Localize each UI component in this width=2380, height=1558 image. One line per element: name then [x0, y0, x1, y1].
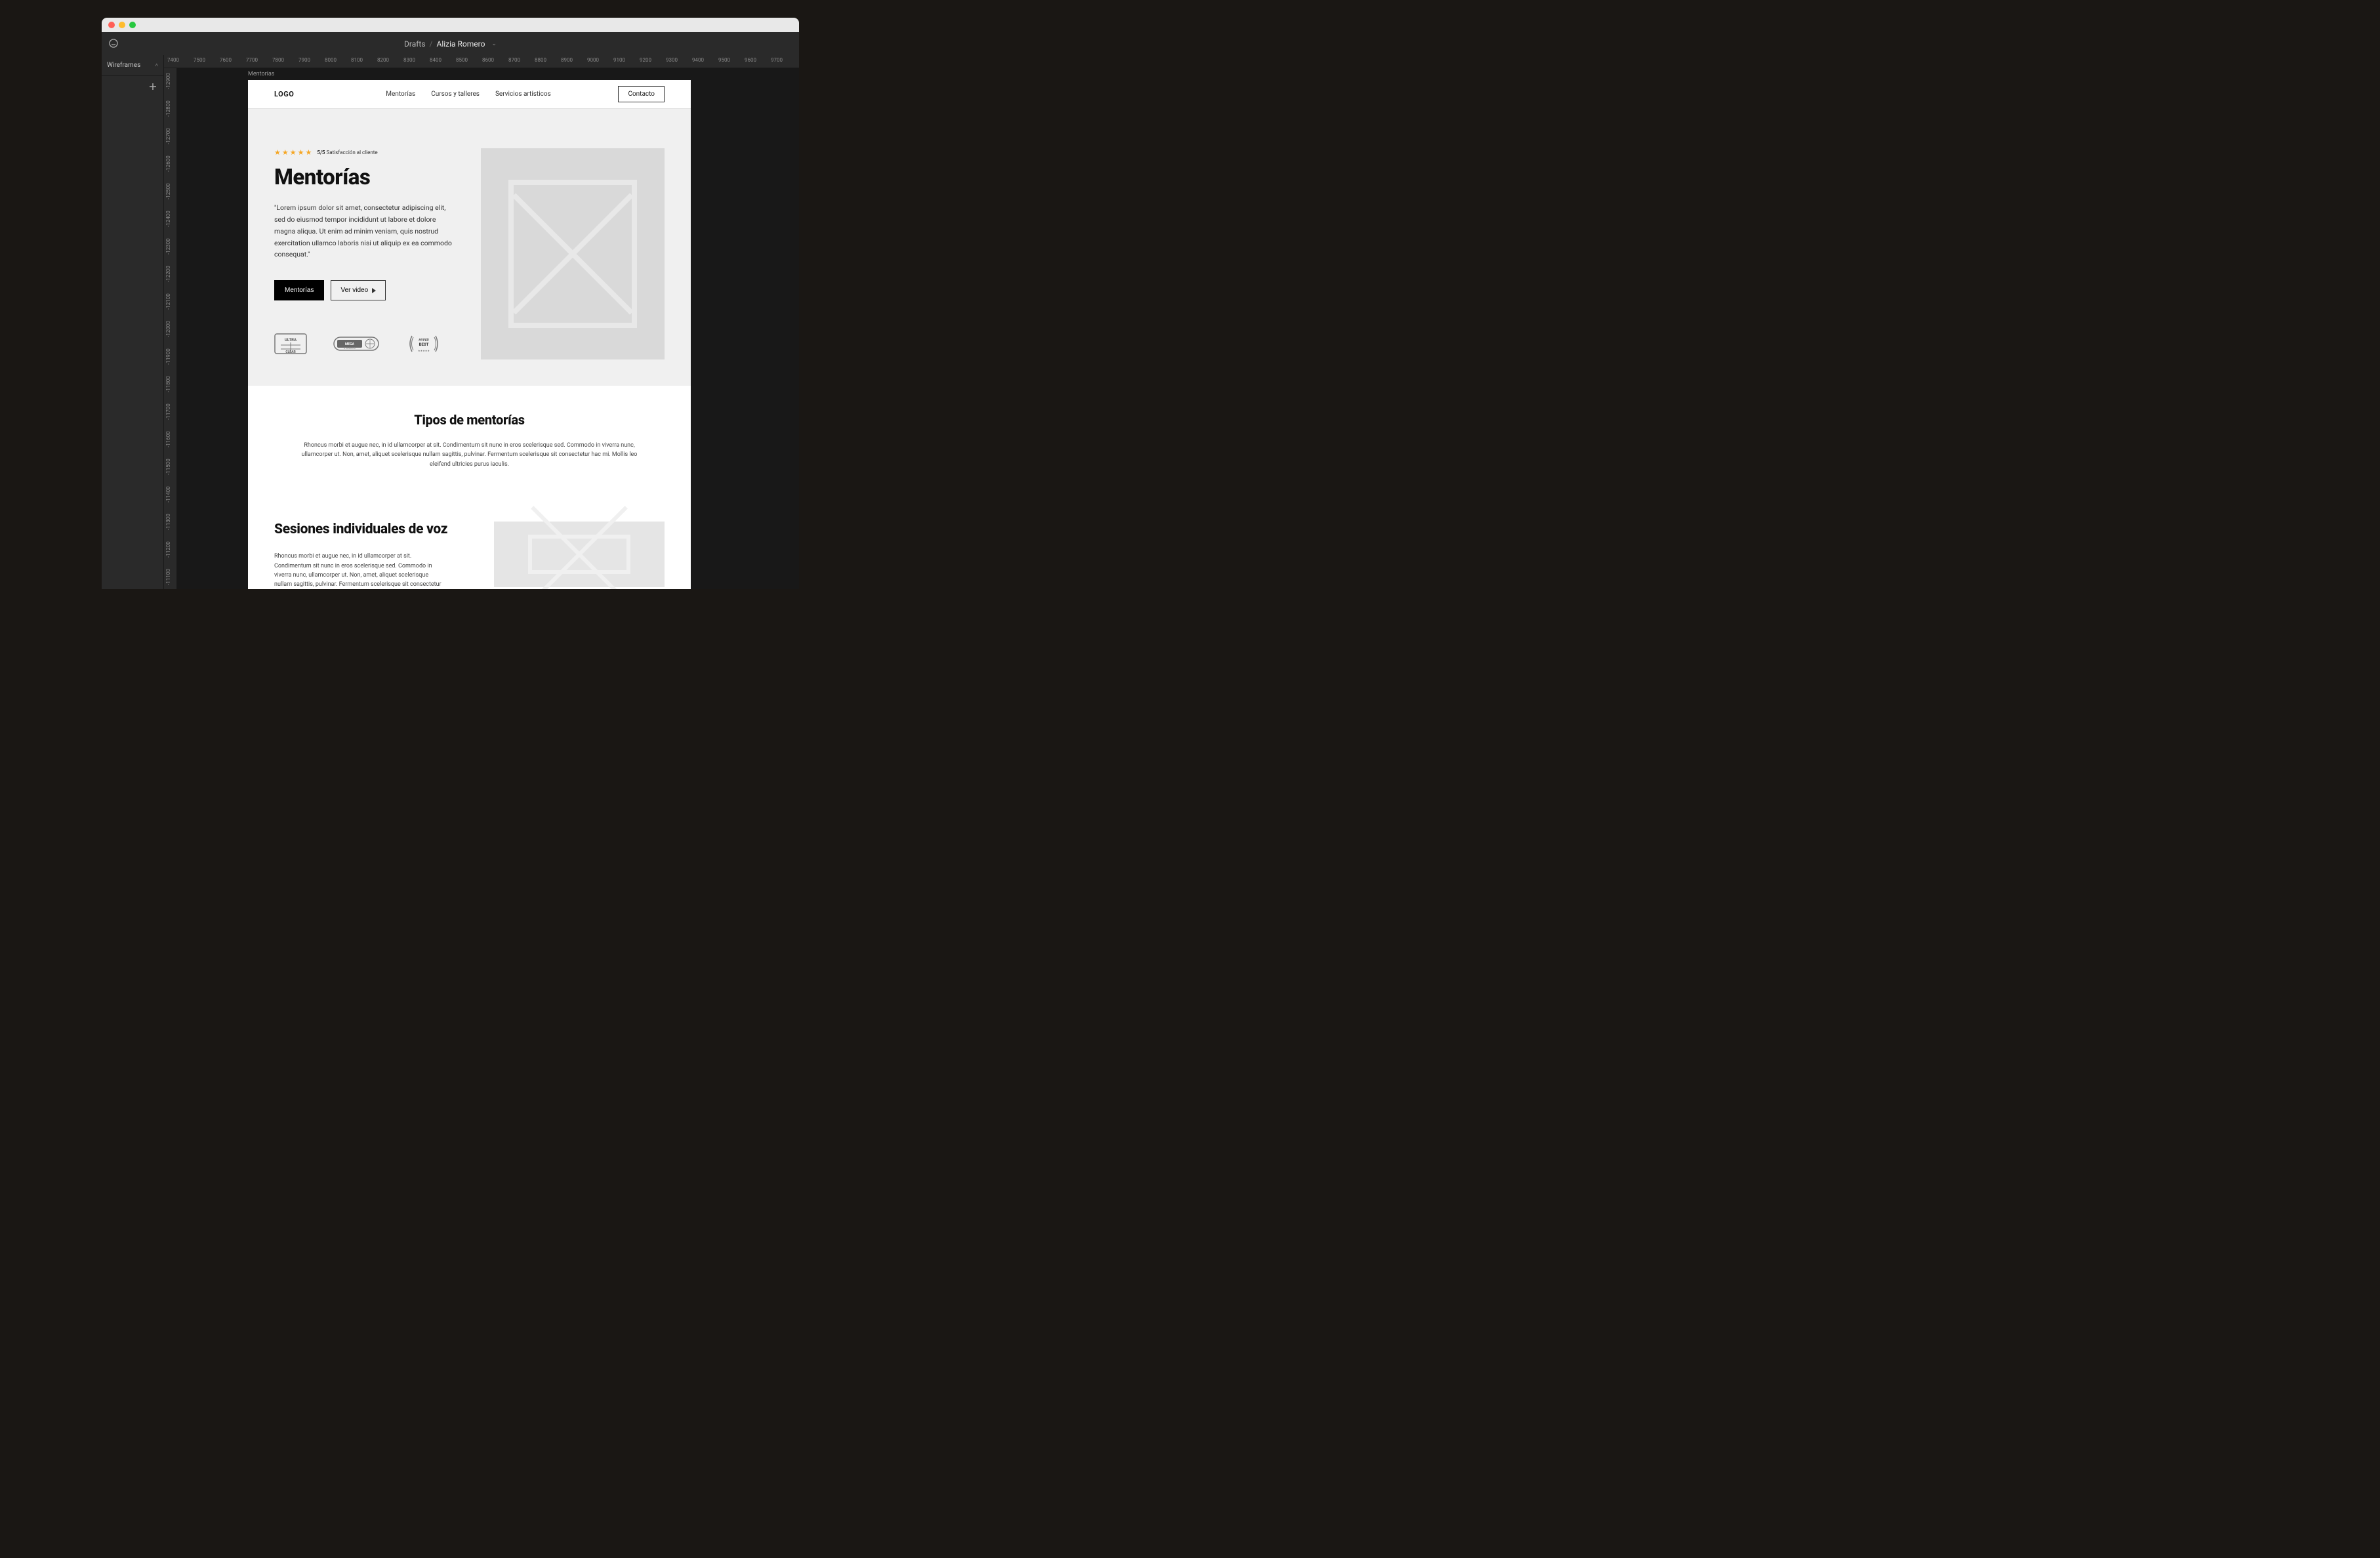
breadcrumb-parent[interactable]: Drafts [404, 39, 426, 49]
svg-text:ULTRA: ULTRA [285, 338, 297, 342]
caret-up-icon: ˄ [155, 62, 158, 68]
sesiones-section: Sesiones individuales de voz Rhoncus mor… [248, 495, 691, 589]
ver-video-label: Ver video [340, 287, 368, 294]
app-logo-icon[interactable] [108, 38, 119, 49]
hero-section: ★ ★ ★ ★ ★ 5/5 Satisfacción al cliente Me… [248, 109, 691, 386]
tipos-title: Tipos de mentorías [294, 412, 645, 428]
close-traffic-light[interactable] [108, 22, 115, 28]
sesiones-title: Sesiones individuales de voz [274, 522, 468, 537]
star-icon: ★ [290, 148, 297, 157]
maximize-traffic-light[interactable] [129, 22, 136, 28]
svg-text:STANDARD: STANDARD [344, 347, 356, 350]
app-window: Drafts / Alizia Romero ⌄ Wireframes ˄ 74… [102, 18, 799, 589]
nav-link-servicios[interactable]: Servicios artísticos [495, 91, 551, 98]
nav-link-mentorias[interactable]: Mentorías [386, 91, 415, 98]
svg-text:BEST: BEST [419, 342, 429, 347]
layers-panel-header[interactable]: Wireframes ˄ [102, 55, 163, 76]
app-topbar: Drafts / Alizia Romero ⌄ [102, 32, 799, 55]
site-nav: LOGO Mentorías Cursos y talleres Servici… [248, 80, 691, 109]
hero-title: Mentorías [274, 165, 461, 190]
star-icon: ★ [298, 148, 304, 157]
badge-hyper-best: HYPERBEST★★★★★ [405, 333, 442, 354]
nav-link-cursos[interactable]: Cursos y talleres [431, 91, 480, 98]
sesiones-body: Rhoncus morbi et augue nec, in id ullamc… [274, 552, 445, 589]
star-icon: ★ [306, 148, 312, 157]
star-icon: ★ [282, 148, 289, 157]
minimize-traffic-light[interactable] [119, 22, 125, 28]
play-icon [372, 288, 376, 293]
canvas[interactable]: Mentorías LOGO Mentorías Cursos y taller… [177, 68, 799, 589]
badge-ultra-clear: ULTRA CLEAR [274, 333, 307, 354]
tipos-body: Rhoncus morbi et augue nec, in id ullamc… [294, 441, 645, 469]
artboard-mentorias[interactable]: LOGO Mentorías Cursos y talleres Servici… [248, 80, 691, 589]
mac-titlebar [102, 18, 799, 32]
breadcrumb: Drafts / Alizia Romero ⌄ [404, 39, 497, 49]
breadcrumb-current[interactable]: Alizia Romero [436, 39, 485, 49]
ruler-vertical: -12900-12800-12700-12600-12500-12400-123… [164, 68, 177, 589]
badge-row: ULTRACLEAR MEGASTANDARD HYPERBEST★★★★★ [274, 333, 461, 354]
ver-video-button[interactable]: Ver video [331, 280, 386, 300]
hero-lead: "Lorem ipsum dolor sit amet, consectetur… [274, 202, 458, 260]
hero-image-placeholder [481, 148, 665, 359]
layers-panel-title: Wireframes [107, 62, 140, 69]
badge-mega-standard: MEGASTANDARD [333, 333, 379, 354]
tipos-section: Tipos de mentorías Rhoncus morbi et augu… [248, 386, 691, 495]
layers-panel: Wireframes ˄ [102, 55, 164, 589]
svg-text:MEGA: MEGA [345, 342, 355, 346]
rating-row: ★ ★ ★ ★ ★ 5/5 Satisfacción al cliente [274, 148, 461, 157]
svg-text:★★★★★: ★★★★★ [418, 349, 430, 352]
sesiones-image-placeholder [494, 522, 665, 587]
plus-icon [149, 83, 157, 91]
breadcrumb-separator: / [430, 39, 433, 49]
ruler-horizontal: 7400750076007700780079008000810082008300… [164, 55, 799, 68]
site-logo[interactable]: LOGO [274, 90, 294, 98]
mentorias-button[interactable]: Mentorías [274, 280, 324, 300]
rating-text: 5/5 Satisfacción al cliente [317, 150, 377, 155]
contact-button[interactable]: Contacto [618, 86, 665, 102]
add-page-row[interactable] [102, 76, 163, 97]
frame-label[interactable]: Mentorías [248, 71, 274, 77]
chevron-down-icon[interactable]: ⌄ [491, 41, 497, 47]
star-icon: ★ [274, 148, 281, 157]
svg-text:CLEAR: CLEAR [285, 350, 296, 354]
